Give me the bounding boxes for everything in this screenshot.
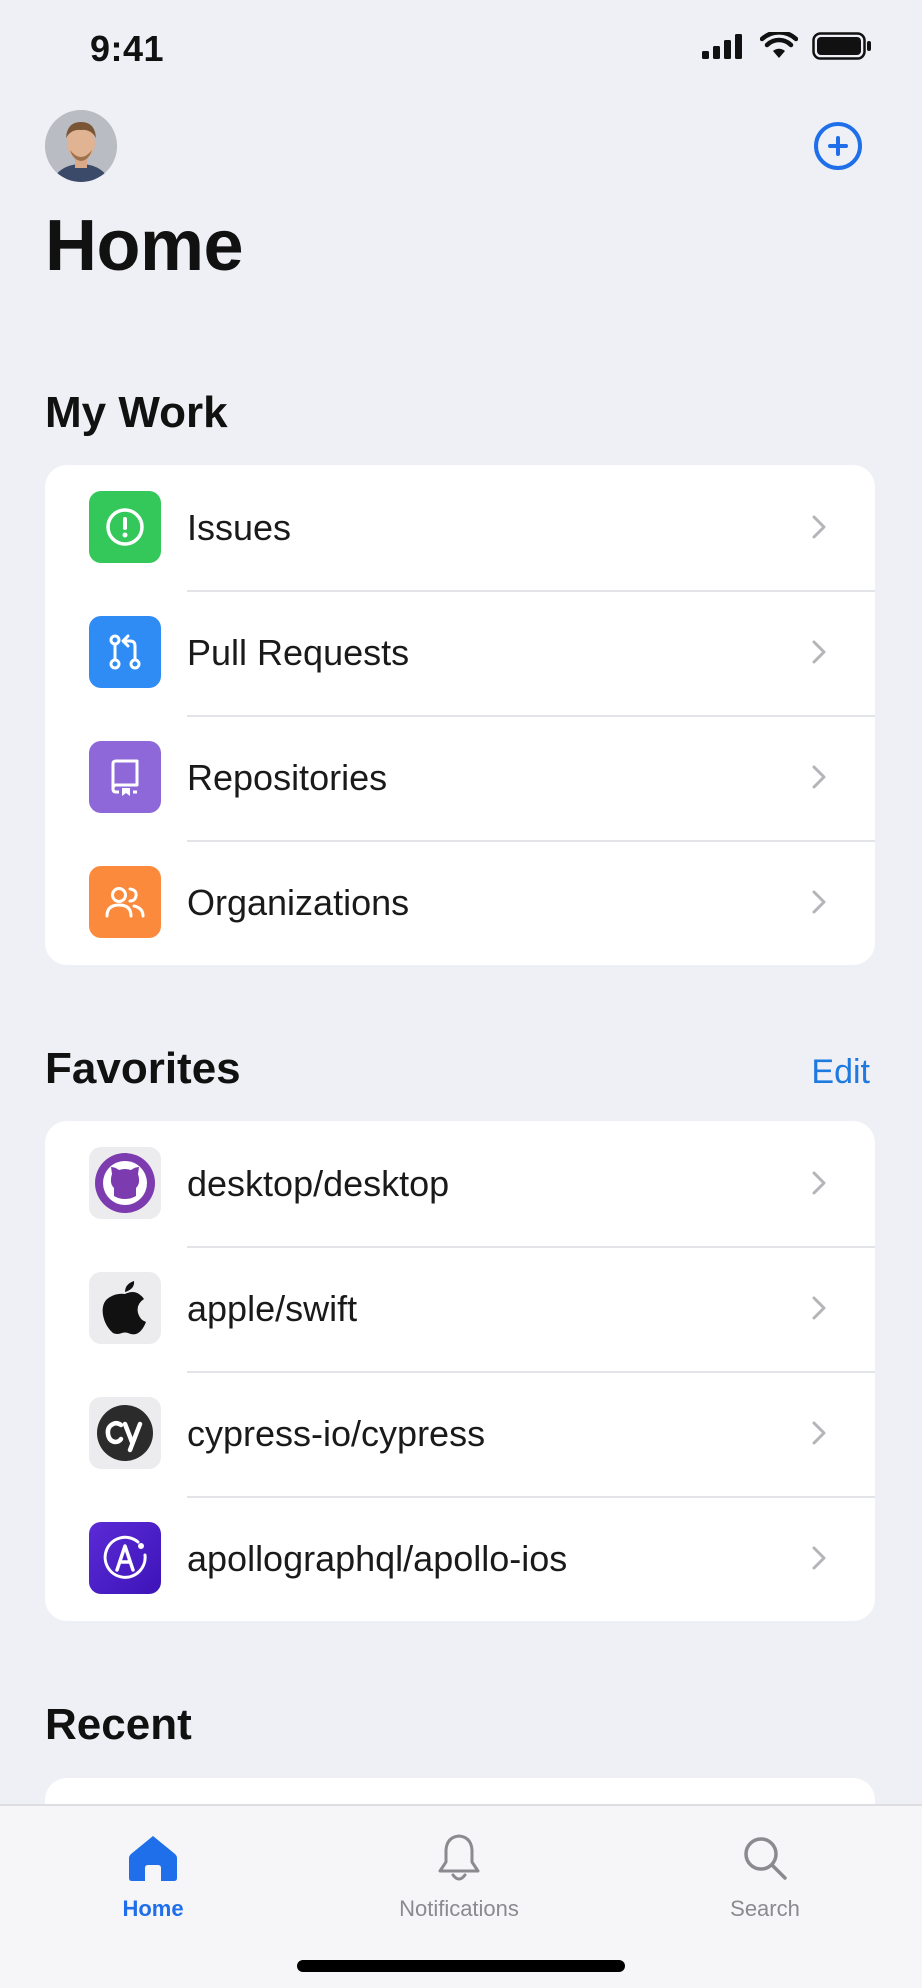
battery-icon: [812, 32, 871, 60]
chevron-right-icon: [812, 765, 826, 789]
list-item-label: apple/swift: [187, 1288, 358, 1329]
search-icon: [744, 1837, 787, 1880]
list-item-desktop[interactable]: desktop/desktop: [45, 1121, 875, 1246]
list-item-label: Organizations: [187, 882, 410, 923]
home-icon: [129, 1836, 177, 1881]
chevron-right-icon: [812, 1421, 826, 1445]
page-title: Home: [45, 206, 244, 286]
user-avatar-image: [45, 110, 117, 182]
list-item-label: Issues: [187, 507, 292, 548]
tab-home[interactable]: Home: [43, 1824, 263, 1944]
cellular-signal-icon: [702, 34, 742, 59]
wifi-icon: [760, 32, 798, 58]
list-item-cypress[interactable]: cypress-io/cypress: [45, 1371, 875, 1496]
list-item-label: cypress-io/cypress: [187, 1413, 486, 1454]
chevron-right-icon: [812, 640, 826, 664]
cypress-icon: [89, 1397, 161, 1469]
apollo-icon: [89, 1522, 161, 1594]
list-item-pull-requests[interactable]: Pull Requests: [45, 590, 875, 715]
list-item-issues[interactable]: Issues: [45, 465, 875, 590]
chevron-right-icon: [812, 1171, 826, 1195]
apple-icon: [89, 1272, 161, 1344]
list-item-organizations[interactable]: Organizations: [45, 840, 875, 965]
list-item-apollo-ios[interactable]: apollographql/apollo-ios: [45, 1496, 875, 1621]
favorites-section-title: Favorites: [45, 1044, 241, 1093]
list-item-label: Repositories: [187, 757, 388, 798]
tab-search-label: Search: [730, 1896, 800, 1921]
chevron-right-icon: [812, 515, 826, 539]
recent-section-title: Recent: [45, 1700, 192, 1749]
pull-request-icon: [89, 616, 161, 688]
chevron-right-icon: [812, 1546, 826, 1570]
github-desktop-icon: [89, 1147, 161, 1219]
repository-icon: [89, 741, 161, 813]
status-time: 9:41: [90, 28, 165, 69]
favorites-list: desktop/desktop apple/swift cypress-io/c…: [45, 1121, 875, 1621]
edit-favorites-button[interactable]: Edit: [811, 1053, 870, 1092]
chevron-right-icon: [812, 1296, 826, 1320]
list-item-label: apollographql/apollo-ios: [187, 1538, 568, 1579]
list-item-repositories[interactable]: Repositories: [45, 715, 875, 840]
avatar[interactable]: [45, 110, 117, 182]
my-work-list: Issues Pull Requests Repositories Organi…: [45, 465, 875, 965]
list-item-swift[interactable]: apple/swift: [45, 1246, 875, 1371]
home-indicator: [297, 1960, 625, 1972]
organizations-icon: [89, 866, 161, 938]
add-button[interactable]: [814, 122, 862, 170]
list-item-label: Pull Requests: [187, 632, 410, 673]
tab-home-label: Home: [122, 1896, 184, 1921]
chevron-right-icon: [812, 890, 826, 914]
issues-icon: [89, 491, 161, 563]
bell-icon: [438, 1834, 480, 1881]
tab-search[interactable]: Search: [655, 1824, 875, 1944]
status-icons: [702, 32, 872, 60]
status-bar: 9:41: [0, 0, 922, 100]
list-item-label: desktop/desktop: [187, 1163, 450, 1204]
my-work-section-title: My Work: [45, 388, 228, 437]
tab-notifications-label: Notifications: [399, 1896, 519, 1921]
tab-notifications[interactable]: Notifications: [349, 1824, 569, 1944]
